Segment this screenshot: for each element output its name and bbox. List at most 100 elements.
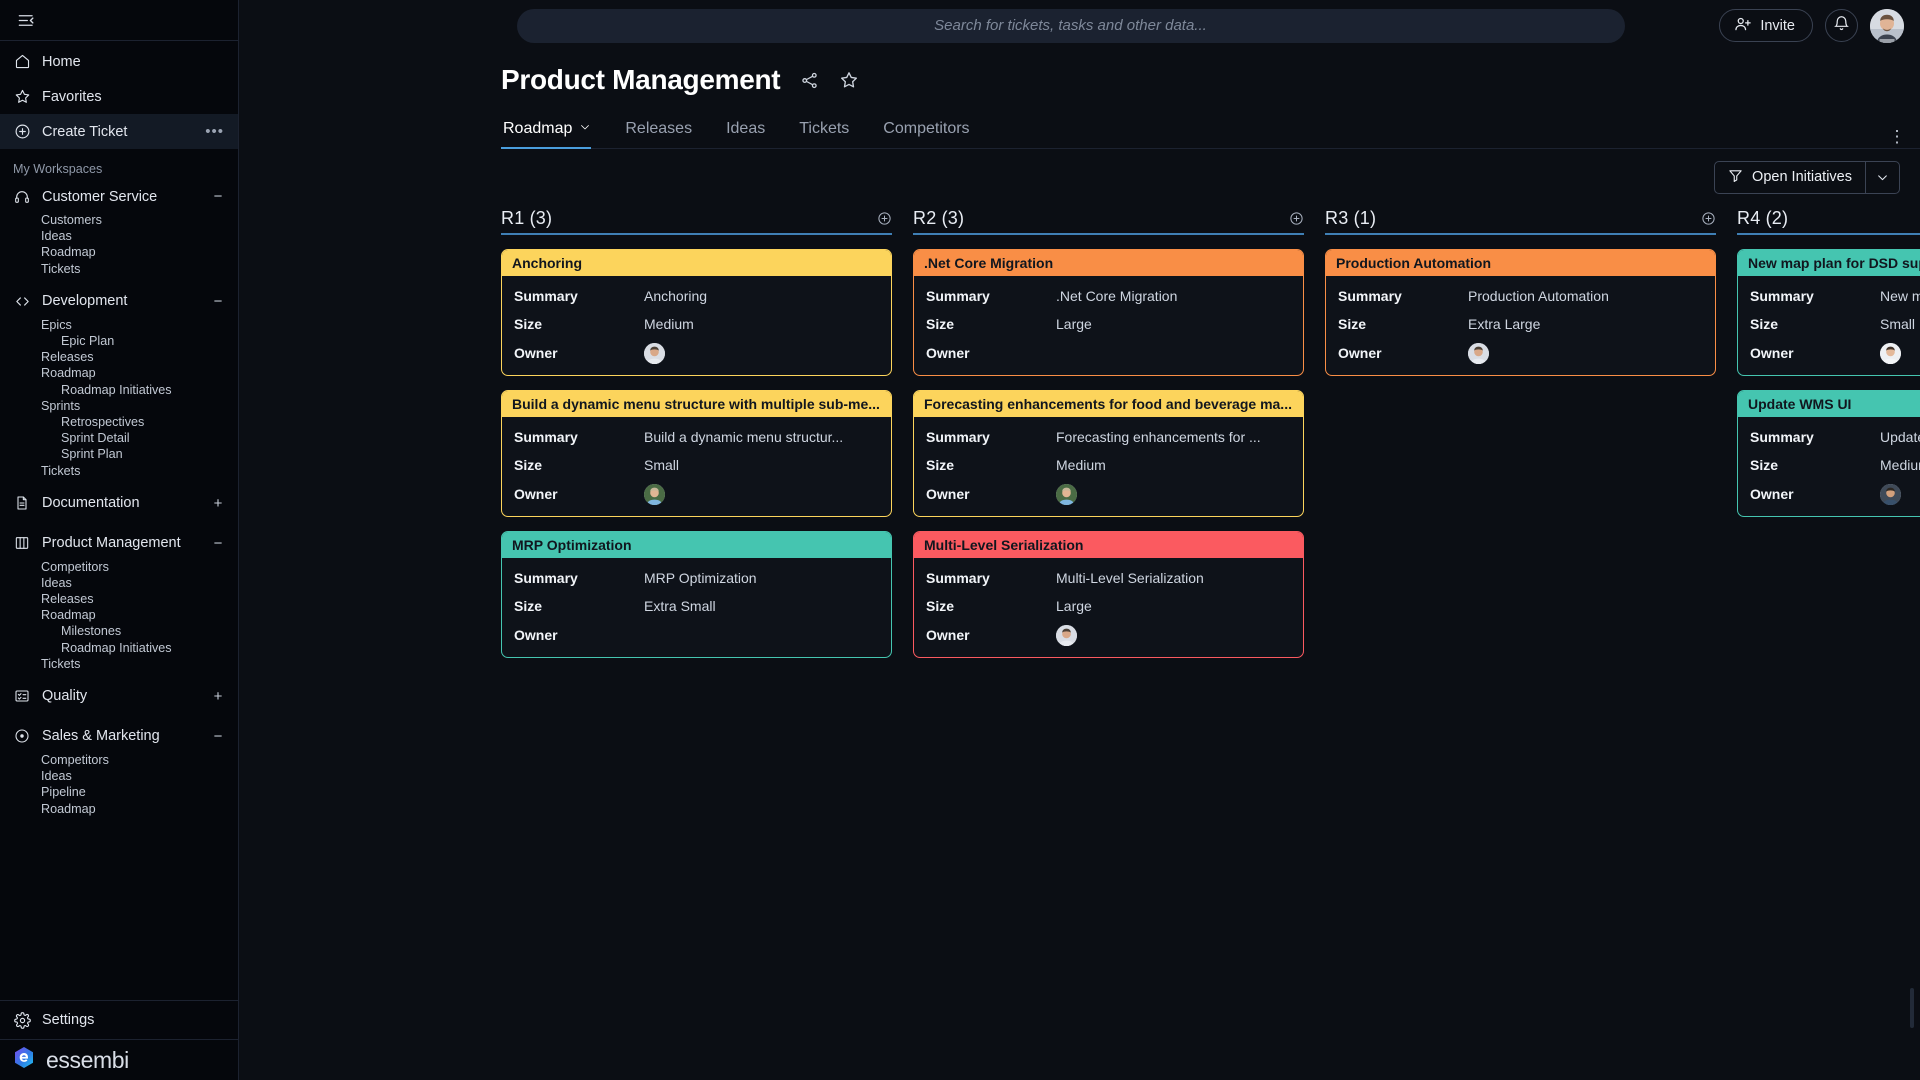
initiative-card[interactable]: New map plan for DSD support Summary New… <box>1737 249 1920 376</box>
tab-ideas[interactable]: Ideas <box>724 120 781 148</box>
sidebar-subitem[interactable]: Sprints <box>0 398 238 414</box>
tab-tickets[interactable]: Tickets <box>797 120 865 148</box>
sidebar-subitem[interactable]: Roadmap <box>0 365 238 381</box>
workspace-product-management[interactable]: Product Management − <box>0 528 238 559</box>
sidebar-header <box>0 0 238 41</box>
plus-circle-icon[interactable] <box>1701 211 1716 226</box>
sidebar-subitem[interactable]: Releases <box>0 349 238 365</box>
size-value: Medium <box>1056 457 1106 473</box>
board-column-R2: R2 (3) .Net Core Migration Summary .Net … <box>913 205 1304 658</box>
workspace-toggle-icon[interactable]: − <box>212 188 224 205</box>
invite-button[interactable]: Invite <box>1719 9 1813 42</box>
menu-collapse-icon[interactable] <box>13 7 39 33</box>
sidebar-subitem[interactable]: Epic Plan <box>0 333 238 349</box>
card-row-owner: Owner <box>914 623 1303 647</box>
sidebar-item-settings[interactable]: Settings <box>0 1000 238 1040</box>
sidebar-subitem[interactable]: Tickets <box>0 462 238 478</box>
star-outline-icon[interactable] <box>839 70 859 90</box>
initiative-card[interactable]: MRP Optimization Summary MRP Optimizatio… <box>501 531 892 658</box>
workspace-toggle-icon[interactable]: − <box>212 728 224 745</box>
notifications-button[interactable] <box>1825 9 1858 42</box>
sidebar-item-more-icon[interactable]: ••• <box>205 128 224 136</box>
sidebar-item-create-ticket[interactable]: Create Ticket••• <box>0 114 238 149</box>
sidebar-subitem[interactable]: Competitors <box>0 559 238 575</box>
sidebar-subitem[interactable]: Ideas <box>0 228 238 244</box>
sidebar-subitem[interactable]: Sprint Detail <box>0 430 238 446</box>
owner-label: Owner <box>926 486 1056 502</box>
sidebar-nav: Home Favorites Create Ticket••• My Works… <box>0 41 238 1000</box>
sidebar-subitem[interactable]: Epics <box>0 317 238 333</box>
kebab-menu-icon[interactable]: ⋮ <box>1888 134 1906 140</box>
column-header: R3 (1) <box>1325 205 1716 235</box>
search-input[interactable]: Search for tickets, tasks and other data… <box>517 9 1625 43</box>
card-row-size: Size Large <box>914 595 1303 617</box>
workspace-quality[interactable]: Quality + <box>0 681 238 712</box>
sidebar-subitem[interactable]: Customers <box>0 212 238 228</box>
sidebar-subitem[interactable]: Roadmap <box>0 801 238 817</box>
sidebar-subitem[interactable]: Roadmap <box>0 607 238 623</box>
card-body: Summary Multi-Level Serialization Size L… <box>914 558 1303 657</box>
plus-circle-icon[interactable] <box>877 211 892 226</box>
owner-avatar[interactable] <box>1056 484 1077 505</box>
filter-main[interactable]: Open Initiatives <box>1715 162 1865 193</box>
size-label: Size <box>514 316 644 332</box>
star-icon <box>13 88 31 106</box>
workspace-toggle-icon[interactable]: + <box>212 495 224 512</box>
workspace-toggle-icon[interactable]: − <box>212 535 224 552</box>
sidebar-subitem[interactable]: Pipeline <box>0 784 238 800</box>
chevron-down-icon[interactable] <box>579 120 591 138</box>
sidebar-subitem[interactable]: Releases <box>0 591 238 607</box>
owner-avatar[interactable] <box>1056 625 1077 646</box>
owner-value <box>1056 484 1077 505</box>
owner-label: Owner <box>1750 486 1880 502</box>
initiative-card[interactable]: .Net Core Migration Summary .Net Core Mi… <box>913 249 1304 376</box>
initiative-card[interactable]: Forecasting enhancements for food and be… <box>913 390 1304 517</box>
initiative-card[interactable]: Anchoring Summary Anchoring Size Medium … <box>501 249 892 376</box>
initiative-card[interactable]: Production Automation Summary Production… <box>1325 249 1716 376</box>
initiative-card[interactable]: Build a dynamic menu structure with mult… <box>501 390 892 517</box>
workspace-toggle-icon[interactable]: − <box>212 293 224 310</box>
card-title-bar: Anchoring <box>502 250 891 276</box>
plus-circle-icon[interactable] <box>1289 211 1304 226</box>
workspace-development[interactable]: Development − <box>0 286 238 317</box>
workspace-toggle-icon[interactable]: + <box>212 688 224 705</box>
card-body: Summary Forecasting enhancements for ...… <box>914 417 1303 516</box>
sidebar-item-favorites[interactable]: Favorites <box>0 79 238 114</box>
avatar[interactable] <box>1870 9 1904 43</box>
tab-releases[interactable]: Releases <box>623 120 708 148</box>
scrollbar[interactable] <box>1910 988 1914 1028</box>
owner-avatar[interactable] <box>1468 343 1489 364</box>
sidebar-item-home[interactable]: Home <box>0 44 238 79</box>
sidebar-subitem[interactable]: Sprint Plan <box>0 446 238 462</box>
workspace-sales-marketing[interactable]: Sales & Marketing − <box>0 721 238 752</box>
sidebar-subitem[interactable]: Roadmap <box>0 244 238 260</box>
tab-roadmap[interactable]: Roadmap <box>501 120 607 148</box>
size-label: Size <box>926 457 1056 473</box>
sidebar-subitem[interactable]: Retrospectives <box>0 414 238 430</box>
sidebar-subitem[interactable]: Competitors <box>0 752 238 768</box>
tab-competitors[interactable]: Competitors <box>881 120 985 148</box>
sidebar-subitem[interactable]: Milestones <box>0 623 238 639</box>
workspace-customer-service[interactable]: Customer Service − <box>0 181 238 212</box>
share-icon[interactable] <box>800 71 819 90</box>
brand-name: essembi <box>46 1047 129 1074</box>
card-title-bar: New map plan for DSD support <box>1738 250 1920 276</box>
card-title: New map plan for DSD support <box>1748 255 1920 271</box>
sidebar-subitem[interactable]: Ideas <box>0 768 238 784</box>
chevron-down-icon[interactable] <box>1865 162 1899 193</box>
sidebar-subitem[interactable]: Tickets <box>0 261 238 277</box>
owner-avatar[interactable] <box>644 343 665 364</box>
card-row-summary: Summary MRP Optimization <box>502 567 891 589</box>
owner-avatar[interactable] <box>1880 343 1901 364</box>
sidebar-subitem[interactable]: Tickets <box>0 656 238 672</box>
owner-avatar[interactable] <box>1880 484 1901 505</box>
board-column-R3: R3 (1) Production Automation Summary Pro… <box>1325 205 1716 376</box>
sidebar-subitem[interactable]: Ideas <box>0 575 238 591</box>
sidebar-subitem[interactable]: Roadmap Initiatives <box>0 640 238 656</box>
open-initiatives-filter[interactable]: Open Initiatives <box>1714 161 1900 194</box>
initiative-card[interactable]: Multi-Level Serialization Summary Multi-… <box>913 531 1304 658</box>
owner-avatar[interactable] <box>644 484 665 505</box>
initiative-card[interactable]: Update WMS UI Summary Update WMS UI Size… <box>1737 390 1920 517</box>
sidebar-subitem[interactable]: Roadmap Initiatives <box>0 382 238 398</box>
workspace-documentation[interactable]: Documentation + <box>0 488 238 519</box>
